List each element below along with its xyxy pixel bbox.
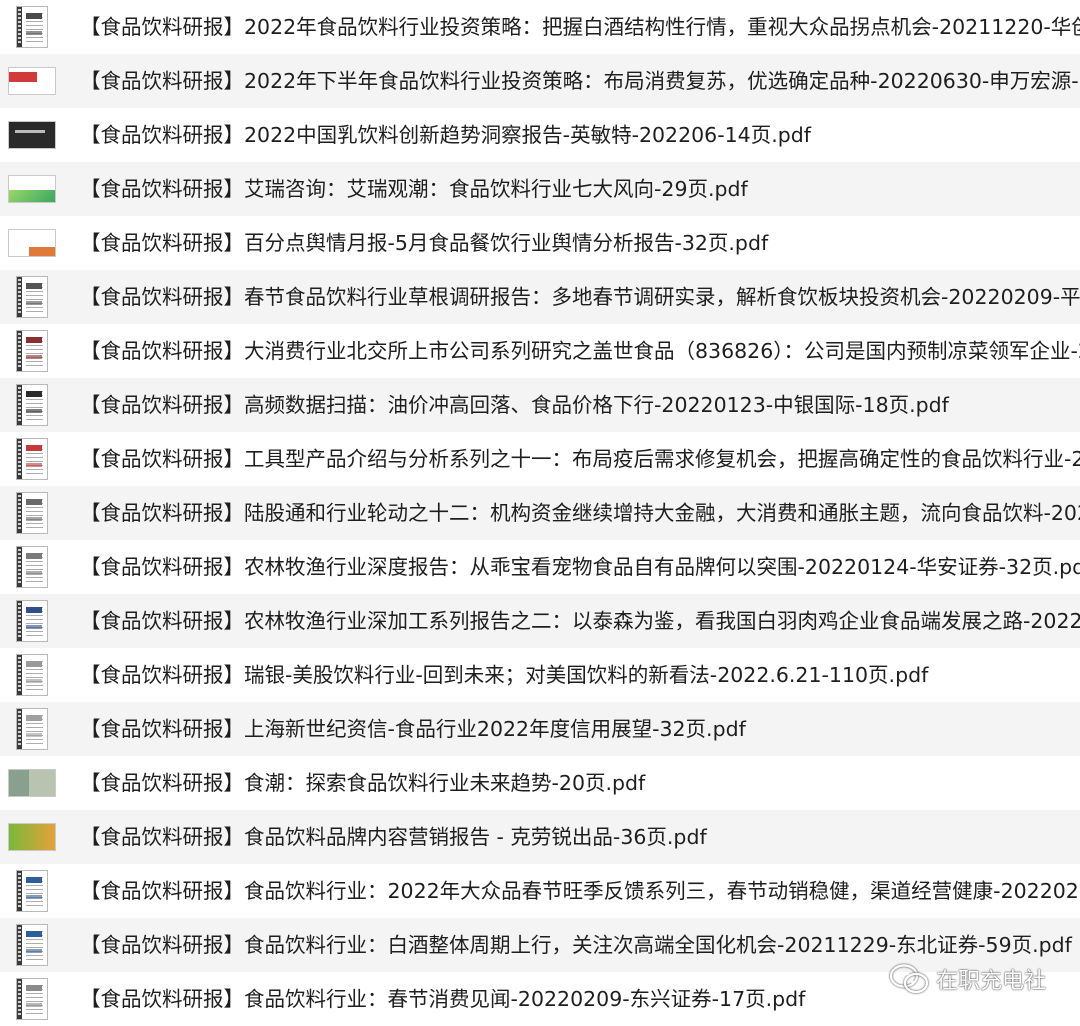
file-name: 【食品饮料研报】农林牧渔行业深度报告：从乖宝看宠物食品自有品牌何以突围-2022… xyxy=(80,555,1080,579)
file-name: 【食品饮料研报】艾瑞咨询：艾瑞观潮：食品饮料行业七大风向-29页.pdf xyxy=(80,177,748,201)
file-row[interactable]: 【食品饮料研报】艾瑞咨询：艾瑞观潮：食品饮料行业七大风向-29页.pdf xyxy=(0,162,1080,216)
pdf-thumbnail-icon xyxy=(6,275,58,319)
pdf-thumbnail-icon xyxy=(6,545,58,589)
file-row[interactable]: 【食品饮料研报】2022年下半年食品饮料行业投资策略：布局消费复苏，优选确定品种… xyxy=(0,54,1080,108)
file-row[interactable]: 【食品饮料研报】农林牧渔行业深加工系列报告之二：以泰森为鉴，看我国白羽肉鸡企业食… xyxy=(0,594,1080,648)
watermark-text: 在职充电社 xyxy=(935,969,1046,994)
file-name: 【食品饮料研报】春节食品饮料行业草根调研报告：多地春节调研实录，解析食饮板块投资… xyxy=(80,285,1080,309)
pdf-thumbnail-icon xyxy=(6,59,58,103)
file-name: 【食品饮料研报】陆股通和行业轮动之十二：机构资金继续增持大金融，大消费和通胀主题… xyxy=(80,501,1080,525)
file-name: 【食品饮料研报】食品饮料行业：2022年大众品春节旺季反馈系列三，春节动销稳健，… xyxy=(80,879,1080,903)
file-row[interactable]: 【食品饮料研报】瑞银-美股饮料行业-回到未来；对美国饮料的新看法-2022.6.… xyxy=(0,648,1080,702)
pdf-thumbnail-icon xyxy=(6,815,58,859)
file-row[interactable]: 【食品饮料研报】春节食品饮料行业草根调研报告：多地春节调研实录，解析食饮板块投资… xyxy=(0,270,1080,324)
pdf-thumbnail-icon xyxy=(6,329,58,373)
file-name: 【食品饮料研报】工具型产品介绍与分析系列之十一：布局疫后需求修复机会，把握高确定… xyxy=(80,447,1080,471)
file-row[interactable]: 【食品饮料研报】大消费行业北交所上市公司系列研究之盖世食品（836826）：公司… xyxy=(0,324,1080,378)
file-name: 【食品饮料研报】高频数据扫描：油价冲高回落、食品价格下行-20220123-中银… xyxy=(80,393,949,417)
file-row[interactable]: 【食品饮料研报】食潮：探索食品饮料行业未来趋势-20页.pdf xyxy=(0,756,1080,810)
file-row[interactable]: 【食品饮料研报】食品饮料行业：2022年大众品春节旺季反馈系列三，春节动销稳健，… xyxy=(0,864,1080,918)
file-name: 【食品饮料研报】上海新世纪资信-食品行业2022年度信用展望-32页.pdf xyxy=(80,717,746,741)
pdf-thumbnail-icon xyxy=(6,653,58,697)
pdf-thumbnail-icon xyxy=(6,761,58,805)
wechat-icon xyxy=(889,964,929,994)
file-row[interactable]: 【食品饮料研报】高频数据扫描：油价冲高回落、食品价格下行-20220123-中银… xyxy=(0,378,1080,432)
file-row[interactable]: 【食品饮料研报】食品饮料品牌内容营销报告 - 克劳锐出品-36页.pdf xyxy=(0,810,1080,864)
file-name: 【食品饮料研报】大消费行业北交所上市公司系列研究之盖世食品（836826）：公司… xyxy=(80,339,1080,363)
pdf-thumbnail-icon xyxy=(6,437,58,481)
pdf-thumbnail-icon xyxy=(6,869,58,913)
file-row[interactable]: 【食品饮料研报】陆股通和行业轮动之十二：机构资金继续增持大金融，大消费和通胀主题… xyxy=(0,486,1080,540)
file-name: 【食品饮料研报】食品饮料行业：春节消费见闻-20220209-东兴证券-17页.… xyxy=(80,987,806,1011)
pdf-thumbnail-icon xyxy=(6,599,58,643)
file-name: 【食品饮料研报】食品饮料品牌内容营销报告 - 克劳锐出品-36页.pdf xyxy=(80,825,707,849)
file-row[interactable]: 【食品饮料研报】2022中国乳饮料创新趋势洞察报告-英敏特-202206-14页… xyxy=(0,108,1080,162)
file-row[interactable]: 【食品饮料研报】2022年食品饮料行业投资策略：把握白酒结构性行情，重视大众品拐… xyxy=(0,0,1080,54)
file-row[interactable]: 【食品饮料研报】农林牧渔行业深度报告：从乖宝看宠物食品自有品牌何以突围-2022… xyxy=(0,540,1080,594)
pdf-thumbnail-icon xyxy=(6,707,58,751)
pdf-thumbnail-icon xyxy=(6,923,58,967)
pdf-thumbnail-icon xyxy=(6,383,58,427)
file-list: 【食品饮料研报】2022年食品饮料行业投资策略：把握白酒结构性行情，重视大众品拐… xyxy=(0,0,1080,1026)
pdf-thumbnail-icon xyxy=(6,113,58,157)
pdf-thumbnail-icon xyxy=(6,5,58,49)
file-name: 【食品饮料研报】2022中国乳饮料创新趋势洞察报告-英敏特-202206-14页… xyxy=(80,123,811,147)
file-row[interactable]: 【食品饮料研报】上海新世纪资信-食品行业2022年度信用展望-32页.pdf xyxy=(0,702,1080,756)
pdf-thumbnail-icon xyxy=(6,491,58,535)
file-row[interactable]: 【食品饮料研报】百分点舆情月报-5月食品餐饮行业舆情分析报告-32页.pdf xyxy=(0,216,1080,270)
file-name: 【食品饮料研报】2022年食品饮料行业投资策略：把握白酒结构性行情，重视大众品拐… xyxy=(80,15,1080,39)
file-name: 【食品饮料研报】瑞银-美股饮料行业-回到未来；对美国饮料的新看法-2022.6.… xyxy=(80,663,929,687)
file-name: 【食品饮料研报】农林牧渔行业深加工系列报告之二：以泰森为鉴，看我国白羽肉鸡企业食… xyxy=(80,609,1080,633)
watermark: 在职充电社 xyxy=(888,962,1046,996)
pdf-thumbnail-icon xyxy=(6,167,58,211)
file-name: 【食品饮料研报】百分点舆情月报-5月食品餐饮行业舆情分析报告-32页.pdf xyxy=(80,231,769,255)
file-name: 【食品饮料研报】2022年下半年食品饮料行业投资策略：布局消费复苏，优选确定品种… xyxy=(80,69,1080,93)
file-row[interactable]: 【食品饮料研报】工具型产品介绍与分析系列之十一：布局疫后需求修复机会，把握高确定… xyxy=(0,432,1080,486)
pdf-thumbnail-icon xyxy=(6,977,58,1021)
file-name: 【食品饮料研报】食潮：探索食品饮料行业未来趋势-20页.pdf xyxy=(80,771,646,795)
pdf-thumbnail-icon xyxy=(6,221,58,265)
